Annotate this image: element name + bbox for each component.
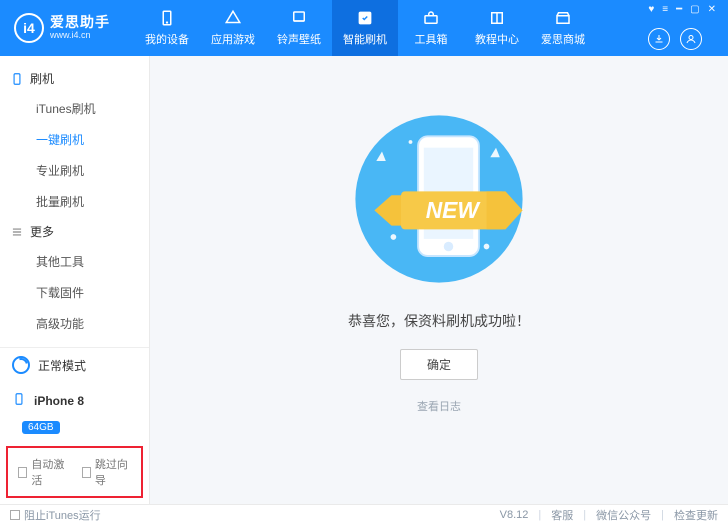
nav-label: 爱思商城	[541, 31, 585, 47]
nav-label: 工具箱	[415, 31, 448, 47]
app-logo: i4 爱思助手 www.i4.cn	[14, 13, 110, 43]
svg-text:NEW: NEW	[426, 197, 482, 223]
success-message: 恭喜您，保资料刷机成功啦！	[348, 311, 530, 331]
refresh-icon	[12, 356, 30, 374]
checkbox-skip-guide[interactable]: 跳过向导	[82, 456, 132, 488]
device-mode-label: 正常模式	[38, 357, 86, 374]
nav-label: 我的设备	[145, 31, 189, 47]
checkbox-auto-activate[interactable]: 自动激活	[18, 456, 68, 488]
phone-outline-icon	[10, 72, 24, 86]
flash-icon	[356, 9, 374, 27]
music-note-icon	[290, 9, 308, 27]
checkbox-label: 阻止iTunes运行	[24, 507, 101, 523]
logo-subtitle: www.i4.cn	[50, 31, 110, 41]
list-icon	[10, 225, 24, 239]
logo-title: 爱思助手	[50, 15, 110, 30]
sidebar-group-title: 更多	[30, 223, 54, 240]
sidebar-item-other-tools[interactable]: 其他工具	[0, 246, 149, 277]
apps-icon	[224, 9, 242, 27]
checkbox-block-itunes[interactable]: 阻止iTunes运行	[10, 507, 101, 523]
sidebar-group-title: 刷机	[30, 70, 54, 87]
ok-button[interactable]: 确定	[400, 349, 478, 380]
app-body: 刷机 iTunes刷机 一键刷机 专业刷机 批量刷机 更多 其他工具 下载固件 …	[0, 56, 728, 504]
header-right: ♥ ≡ ━ ▢ ✕	[648, 0, 720, 56]
separator: |	[661, 509, 664, 521]
support-link[interactable]: 客服	[551, 507, 573, 523]
nav-label: 智能刷机	[343, 31, 387, 47]
device-name: iPhone 8	[34, 394, 84, 408]
nav-smart-flash[interactable]: 智能刷机	[332, 0, 398, 56]
app-header: i4 爱思助手 www.i4.cn 我的设备 应用游戏 铃声壁纸	[0, 0, 728, 56]
checkbox-box-icon	[18, 467, 27, 478]
status-bar: 阻止iTunes运行 V8.12 | 客服 | 微信公众号 | 检查更新	[0, 504, 728, 524]
maximize-button[interactable]: ▢	[690, 4, 699, 15]
phone-icon	[158, 9, 176, 27]
sidebar-group-more: 更多	[0, 217, 149, 246]
minimize-button[interactable]: ━	[676, 4, 682, 15]
separator: |	[538, 509, 541, 521]
sidebar-item-download-fw[interactable]: 下载固件	[0, 277, 149, 308]
checkbox-label: 自动激活	[31, 456, 67, 488]
connected-device[interactable]: iPhone 8	[0, 382, 149, 419]
nav-label: 教程中心	[475, 31, 519, 47]
success-illustration: NEW	[344, 104, 534, 297]
nav-my-device[interactable]: 我的设备	[134, 0, 200, 56]
toolbox-icon	[422, 9, 440, 27]
device-capacity-badge: 64GB	[22, 421, 60, 434]
window-controls: ♥ ≡ ━ ▢ ✕	[648, 4, 720, 15]
flash-options-box: 自动激活 跳过向导	[6, 446, 143, 498]
menu-button[interactable]: ♥	[648, 4, 654, 15]
close-button[interactable]: ✕	[708, 4, 716, 15]
book-icon	[488, 9, 506, 27]
checkbox-box-icon	[82, 467, 91, 478]
nav-toolbox[interactable]: 工具箱	[398, 0, 464, 56]
shop-icon	[554, 9, 572, 27]
nav-apps-games[interactable]: 应用游戏	[200, 0, 266, 56]
version-label: V8.12	[500, 509, 529, 521]
download-icon[interactable]	[648, 28, 670, 50]
nav-store[interactable]: 爱思商城	[530, 0, 596, 56]
main-content: NEW 恭喜您，保资料刷机成功啦！ 确定 查看日志	[150, 56, 728, 504]
user-icon[interactable]	[680, 28, 702, 50]
top-nav: 我的设备 应用游戏 铃声壁纸 智能刷机 工具箱	[134, 0, 596, 56]
sidebar-item-pro-flash[interactable]: 专业刷机	[0, 155, 149, 186]
check-update-link[interactable]: 检查更新	[674, 507, 718, 523]
wechat-link[interactable]: 微信公众号	[596, 507, 651, 523]
nav-label: 应用游戏	[211, 31, 255, 47]
sidebar-group-flash: 刷机	[0, 64, 149, 93]
checkbox-label: 跳过向导	[95, 456, 131, 488]
sidebar: 刷机 iTunes刷机 一键刷机 专业刷机 批量刷机 更多 其他工具 下载固件 …	[0, 56, 150, 504]
sidebar-item-advanced[interactable]: 高级功能	[0, 308, 149, 339]
sidebar-item-one-click-flash[interactable]: 一键刷机	[0, 124, 149, 155]
view-log-link[interactable]: 查看日志	[417, 398, 461, 414]
nav-tutorial-center[interactable]: 教程中心	[464, 0, 530, 56]
nav-label: 铃声壁纸	[277, 31, 321, 47]
phone-small-icon	[12, 390, 26, 411]
checkbox-box-icon	[10, 510, 20, 520]
device-mode[interactable]: 正常模式	[0, 348, 149, 382]
nav-ringtone-wallpaper[interactable]: 铃声壁纸	[266, 0, 332, 56]
settings-button[interactable]: ≡	[662, 4, 668, 15]
sidebar-item-batch-flash[interactable]: 批量刷机	[0, 186, 149, 217]
separator: |	[583, 509, 586, 521]
logo-badge-icon: i4	[14, 13, 44, 43]
sidebar-item-itunes-flash[interactable]: iTunes刷机	[0, 93, 149, 124]
